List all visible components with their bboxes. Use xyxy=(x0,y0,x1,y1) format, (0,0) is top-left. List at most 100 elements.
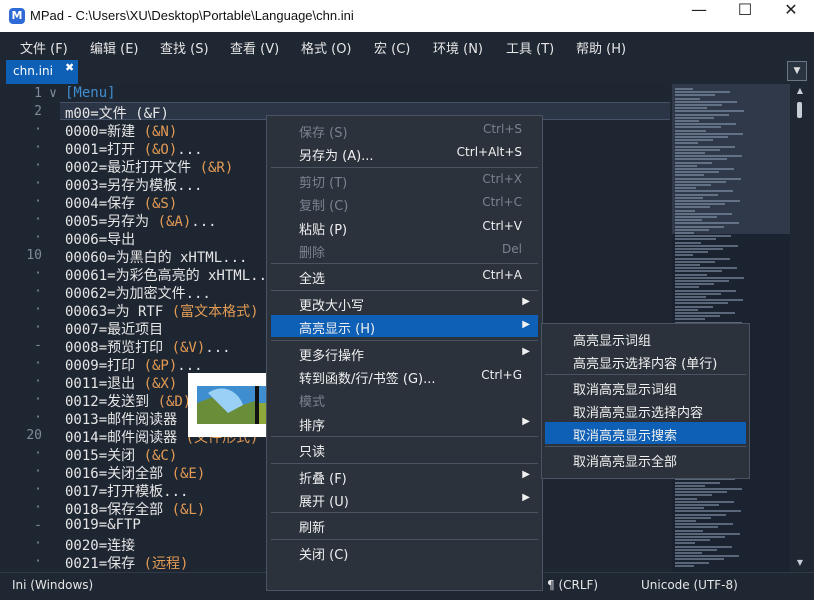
minimap-line xyxy=(675,484,705,487)
code-line: 0005=另存为 (&A)... xyxy=(65,211,217,231)
line-number: · xyxy=(34,392,42,407)
menu-search[interactable]: 查找 (S) xyxy=(160,38,209,57)
minimap-line xyxy=(675,488,742,490)
context-menu-item[interactable]: 粘贴 (P) Ctrl+V xyxy=(271,216,538,238)
minimap-line xyxy=(675,289,736,292)
highlight-submenu: 高亮显示词组高亮显示选择内容 (单行) 取消高亮显示词组 取消高亮显示选择内容 取消高… xyxy=(541,323,750,479)
menu-macro[interactable]: 宏 (C) xyxy=(374,38,410,57)
status-line-ending[interactable]: ¶ (CRLF) xyxy=(547,578,598,592)
submenu-item-label: 高亮显示选择内容 (单行) xyxy=(573,357,718,372)
context-menu-item[interactable]: 刷新 xyxy=(271,514,538,536)
context-menu-item[interactable]: 只读 xyxy=(271,438,538,460)
minimap-line xyxy=(675,302,728,305)
minimap-line xyxy=(675,174,704,177)
context-menu-item[interactable]: 排序 ▶ xyxy=(271,412,538,434)
menu-view[interactable]: 查看 (V) xyxy=(230,38,279,57)
context-menu-item[interactable]: 更改大小写 ▶ xyxy=(271,292,538,314)
submenu-item[interactable]: 取消高亮显示词组 xyxy=(545,376,746,398)
submenu-arrow-icon: ▶ xyxy=(522,319,530,331)
minimap-line xyxy=(675,225,724,228)
fold-toggle-icon[interactable]: ∨ xyxy=(48,86,58,101)
menu-item-shortcut: Ctrl+G xyxy=(481,368,522,382)
scroll-down-icon[interactable]: ▼ xyxy=(794,558,806,567)
menu-file[interactable]: 文件 (F) xyxy=(20,38,68,57)
context-menu-item[interactable]: 展开 (U) ▶ xyxy=(271,488,538,510)
line-number: · xyxy=(34,176,42,191)
line-number: · xyxy=(34,302,42,317)
menu-item-shortcut: Ctrl+Alt+S xyxy=(456,145,522,160)
maximize-button[interactable]: ☐ xyxy=(722,0,768,32)
code-token: (&V) xyxy=(171,340,206,356)
code-token: (&P) xyxy=(143,358,178,374)
scroll-thumb[interactable] xyxy=(797,102,802,118)
code-token: (&L) xyxy=(171,502,206,518)
menu-separator xyxy=(271,263,538,265)
minimap-line xyxy=(675,232,694,234)
code-token: m00=文件 xyxy=(65,106,136,122)
minimap-line xyxy=(675,193,718,196)
app-window: M MPad - C:\Users\XU\Desktop\Portable\La… xyxy=(0,0,814,600)
close-button[interactable]: ✕ xyxy=(768,0,814,32)
code-line: 0019=&FTP xyxy=(65,517,141,533)
context-menu-item[interactable]: 另存为 (A)... Ctrl+Alt+S xyxy=(271,142,538,164)
minimap-line xyxy=(675,520,696,522)
window-title: MPad - C:\Users\XU\Desktop\Portable\Lang… xyxy=(30,8,354,23)
scroll-up-icon[interactable]: ▲ xyxy=(794,86,806,95)
status-syntax-mode[interactable]: Ini (Windows) xyxy=(12,578,93,592)
minimap-line xyxy=(675,270,722,273)
code-token: 0005=另存为 xyxy=(65,214,158,230)
menu-format[interactable]: 格式 (O) xyxy=(301,38,352,57)
context-menu-item[interactable]: 关闭 (C) xyxy=(271,541,538,563)
minimap-line xyxy=(675,116,714,119)
context-menu-item[interactable]: 高亮显示 (H) ▶ xyxy=(271,315,538,338)
menu-tools[interactable]: 工具 (T) xyxy=(506,38,554,57)
line-number: · xyxy=(34,140,42,155)
menu-separator xyxy=(271,538,538,540)
menu-edit[interactable]: 编辑 (E) xyxy=(90,38,139,57)
code-token: ... xyxy=(177,142,203,158)
minimap-line xyxy=(675,299,743,302)
code-token: 00061=为彩色高亮的 xHTML... xyxy=(65,268,276,284)
code-line: 0003=另存为模板... xyxy=(65,175,202,195)
submenu-item[interactable]: 高亮显示词组 xyxy=(545,327,746,349)
minimap-line xyxy=(675,264,700,266)
minimap-line xyxy=(675,104,722,106)
minimap-line xyxy=(675,552,702,554)
context-menu-item[interactable]: 全选 Ctrl+A xyxy=(271,265,538,287)
context-menu-item[interactable]: 转到函数/行/书签 (G)... Ctrl+G xyxy=(271,365,538,387)
code-line: 0015=关闭 (&C) xyxy=(65,445,177,465)
minimap-line xyxy=(675,481,720,484)
minimap-line xyxy=(675,91,730,94)
minimap-line xyxy=(675,539,710,542)
tab-chn-ini[interactable]: chn.ini ✖ xyxy=(6,60,78,84)
minimize-button[interactable]: — xyxy=(676,0,722,32)
menu-environment[interactable]: 环境 (N) xyxy=(433,38,483,57)
code-token: 0011=退出 xyxy=(65,376,144,392)
code-line: 0006=导出 xyxy=(65,229,135,249)
tab-list-dropdown-icon[interactable]: ▼ xyxy=(787,61,807,81)
context-menu-item[interactable]: 更多行操作 ▶ xyxy=(271,342,538,364)
submenu-item[interactable]: 取消高亮显示全部 xyxy=(545,448,746,470)
submenu-item[interactable]: 高亮显示选择内容 (单行) xyxy=(545,350,746,372)
menu-separator xyxy=(545,446,746,447)
submenu-item[interactable]: 取消高亮显示选择内容 xyxy=(545,399,746,421)
code-line: 0011=退出 (&X) xyxy=(65,373,177,393)
minimap-line xyxy=(675,126,721,129)
menu-help[interactable]: 帮助 (H) xyxy=(576,38,626,57)
minimap-line xyxy=(675,132,743,135)
code-line: 00062=为加密文件... xyxy=(65,283,211,303)
minimap-line xyxy=(675,244,738,247)
vertical-scrollbar[interactable]: ▲ ▼ xyxy=(792,84,808,572)
editor-context-menu: 保存 (S) Ctrl+S 另存为 (A)... Ctrl+Alt+S 剪切 (T) Ct… xyxy=(266,115,543,591)
code-line: 0008=预览打印 (&V)... xyxy=(65,337,231,357)
code-token: 0002=最近打开文件 xyxy=(65,160,200,176)
context-menu-item[interactable]: 折叠 (F) ▶ xyxy=(271,465,538,487)
code-token: ... xyxy=(177,358,203,374)
tab-close-icon[interactable]: ✖ xyxy=(65,61,74,74)
code-token: 0018=保存全部 xyxy=(65,502,172,518)
submenu-item[interactable]: 取消高亮显示搜索 xyxy=(545,422,746,444)
menu-item-label: 更改大小写 xyxy=(299,298,365,314)
minimap-line xyxy=(675,222,739,225)
code-token: (&D) xyxy=(157,394,192,410)
status-encoding[interactable]: Unicode (UTF-8) xyxy=(641,578,738,592)
